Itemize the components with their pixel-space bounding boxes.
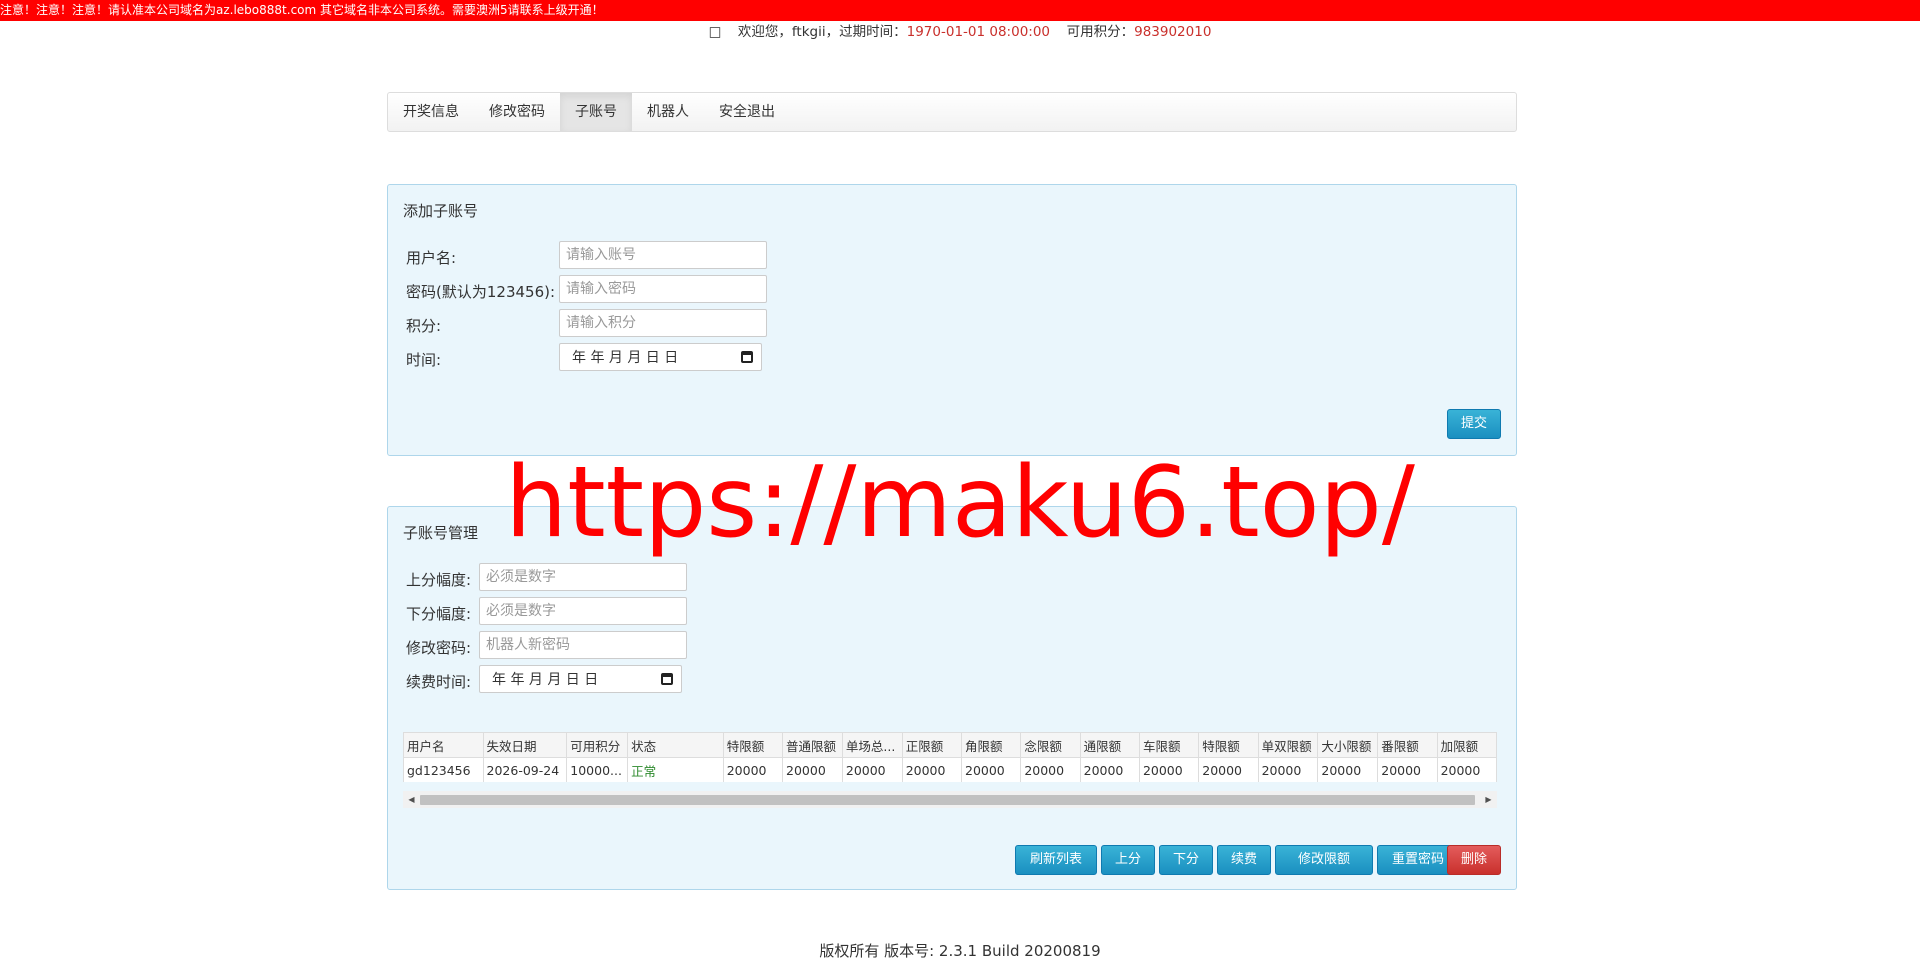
column-header[interactable]: 普通限额: [782, 732, 843, 758]
table-header-row: 用户名 失效日期 可用积分 状态 特限额 普通限额 单场总... 正限额 角限额…: [403, 732, 1497, 758]
renew-label: 续费时间:: [406, 673, 472, 691]
user-icon: □: [708, 24, 722, 40]
renew-date-input[interactable]: 年 年 月 月 日 日: [479, 665, 682, 693]
scrollbar-thumb[interactable]: [420, 795, 1475, 805]
column-header[interactable]: 特限额: [1198, 732, 1259, 758]
column-header[interactable]: 车限额: [1138, 732, 1200, 758]
down-amount-input[interactable]: [479, 597, 687, 625]
cell-limit: 20000: [1079, 757, 1140, 782]
date-placeholder: 年 年 月 月 日 日: [492, 672, 599, 688]
down-label: 下分幅度:: [406, 605, 472, 623]
date-placeholder: 年 年 月 月 日 日: [572, 350, 679, 366]
points-input[interactable]: [559, 309, 767, 337]
up-amount-input[interactable]: [479, 563, 687, 591]
renew-button[interactable]: 续费: [1217, 845, 1271, 875]
column-header[interactable]: 特限额: [722, 732, 784, 758]
renew-row: 续费时间: 年 年 月 月 日 日: [406, 665, 906, 695]
cell-limit: 20000: [1198, 757, 1259, 782]
pwd-label: 修改密码:: [406, 639, 472, 657]
cell-status: 正常: [627, 757, 724, 782]
column-header[interactable]: 失效日期: [482, 732, 568, 758]
welcome-text: 欢迎您，ftkgii，过期时间：: [737, 24, 907, 40]
table-row[interactable]: gd123456 2026-09-24 10000... 正常 20000 20…: [403, 757, 1497, 782]
column-header[interactable]: 念限额: [1020, 732, 1081, 758]
column-header[interactable]: 大小限额: [1317, 732, 1379, 758]
cell-points: 10000...: [566, 757, 629, 782]
cell-limit: 20000: [782, 757, 843, 782]
points-label: 可用积分：: [1066, 24, 1135, 40]
password-input[interactable]: [559, 275, 767, 303]
refresh-list-button[interactable]: 刷新列表: [1015, 845, 1097, 875]
column-header[interactable]: 番限额: [1377, 732, 1438, 758]
delete-button[interactable]: 删除: [1447, 845, 1501, 875]
cell-limit: 20000: [1257, 757, 1319, 782]
nav-sub-accounts[interactable]: 子账号: [560, 93, 632, 131]
sub-account-table-wrap: 用户名 失效日期 可用积分 状态 特限额 普通限额 单场总... 正限额 角限额…: [403, 732, 1497, 782]
sub-account-table: 用户名 失效日期 可用积分 状态 特限额 普通限额 单场总... 正限额 角限额…: [403, 732, 1497, 782]
username-input[interactable]: [559, 241, 767, 269]
add-sub-account-panel: 添加子账号 用户名: 密码(默认为123456): 积分: 时间: 年 年 月 …: [387, 184, 1517, 456]
column-header[interactable]: 加限额: [1436, 732, 1497, 758]
column-header[interactable]: 通限额: [1079, 732, 1140, 758]
column-header[interactable]: 角限额: [960, 732, 1022, 758]
notice-text: 注意！注意！注意！请认准本公司域名为az.lebo888t.com 其它域名非本…: [0, 3, 604, 17]
column-header[interactable]: 可用积分: [566, 732, 629, 758]
cell-limit: 20000: [1020, 757, 1081, 782]
nav-change-password[interactable]: 修改密码: [474, 93, 560, 131]
cell-username: gd123456: [403, 757, 484, 782]
cell-limit: 20000: [1138, 757, 1200, 782]
cell-limit: 20000: [1317, 757, 1379, 782]
cell-limit: 20000: [960, 757, 1022, 782]
main-nav: 开奖信息 修改密码 子账号 机器人 安全退出: [387, 92, 1517, 132]
add-points-button[interactable]: 上分: [1101, 845, 1155, 875]
table-horizontal-scrollbar[interactable]: ◀ ▶: [403, 791, 1497, 808]
points-value: 983902010: [1134, 24, 1212, 40]
notice-banner: 注意！注意！注意！请认准本公司域名为az.lebo888t.com 其它域名非本…: [0, 0, 1920, 21]
username-row: 用户名:: [406, 241, 906, 271]
nav-draw-info[interactable]: 开奖信息: [388, 93, 474, 131]
points-row: 积分:: [406, 309, 906, 339]
nav-logout[interactable]: 安全退出: [704, 93, 790, 131]
column-header[interactable]: 正限额: [901, 732, 963, 758]
column-header[interactable]: 单场总...: [841, 732, 903, 758]
modify-limit-button[interactable]: 修改限额: [1275, 845, 1373, 875]
up-label: 上分幅度:: [406, 571, 472, 589]
column-header[interactable]: 用户名: [403, 732, 484, 758]
cell-limit: 20000: [722, 757, 784, 782]
scroll-right-icon[interactable]: ▶: [1480, 791, 1497, 808]
submit-button[interactable]: 提交: [1447, 409, 1501, 439]
deduct-points-button[interactable]: 下分: [1159, 845, 1213, 875]
expire-time: 1970-01-01 08:00:00: [906, 24, 1051, 40]
password-label: 密码(默认为123456):: [406, 283, 556, 301]
column-header[interactable]: 单双限额: [1257, 732, 1319, 758]
nav-robot[interactable]: 机器人: [632, 93, 704, 131]
cell-limit: 20000: [841, 757, 903, 782]
cell-expire-date: 2026-09-24: [482, 757, 568, 782]
footer-copyright: 版权所有 版本号: 2.3.1 Build 20200819: [819, 942, 1101, 960]
time-date-input[interactable]: 年 年 月 月 日 日: [559, 343, 762, 371]
cell-limit: 20000: [901, 757, 963, 782]
pwd-row: 修改密码:: [406, 631, 906, 661]
panel-title: 子账号管理: [403, 524, 479, 542]
time-row: 时间: 年 年 月 月 日 日: [406, 343, 906, 373]
robot-password-input[interactable]: [479, 631, 687, 659]
welcome-bar: □ 欢迎您，ftkgii，过期时间：1970-01-01 08:00:00 可用…: [0, 23, 1920, 41]
sub-account-manage-panel: 子账号管理 上分幅度: 下分幅度: 修改密码: 续费时间: 年 年 月 月 日 …: [387, 506, 1517, 890]
time-label: 时间:: [406, 351, 442, 369]
panel-title: 添加子账号: [403, 202, 479, 220]
password-row: 密码(默认为123456):: [406, 275, 906, 305]
username-label: 用户名:: [406, 249, 457, 267]
scroll-left-icon[interactable]: ◀: [403, 791, 420, 808]
down-row: 下分幅度:: [406, 597, 906, 627]
cell-limit: 20000: [1377, 757, 1438, 782]
up-row: 上分幅度:: [406, 563, 906, 593]
points-field-label: 积分:: [406, 317, 442, 335]
column-header[interactable]: 状态: [627, 732, 724, 758]
calendar-icon[interactable]: [661, 673, 673, 685]
cell-limit: 20000: [1436, 757, 1497, 782]
calendar-icon[interactable]: [741, 351, 753, 363]
